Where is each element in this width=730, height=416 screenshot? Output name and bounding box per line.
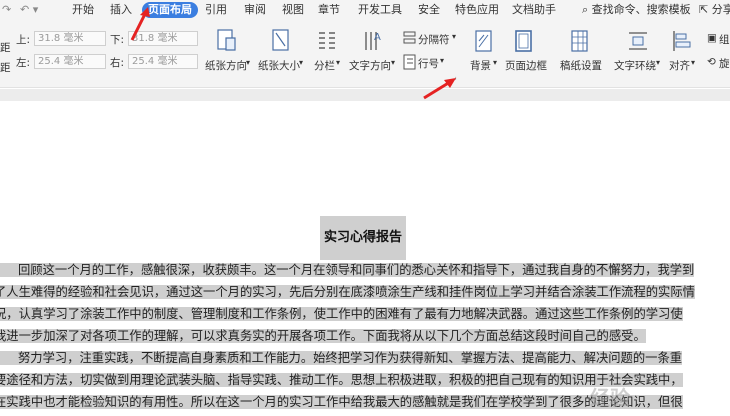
share-button[interactable]: ⇱ 分享 xyxy=(699,2,730,18)
margin-side-label: 距 xyxy=(0,42,11,54)
margin-top-field[interactable]: 31.8 毫米 xyxy=(34,31,106,46)
align-icon xyxy=(673,31,691,51)
group-icon: ▣ xyxy=(707,32,717,44)
command-search[interactable]: ⌕ 查找命令、搜索模板 xyxy=(582,2,691,18)
tab-developer[interactable]: 开发工具 xyxy=(358,2,402,18)
annotation-arrow-icon xyxy=(423,78,456,100)
chevron-down-icon: ▾ xyxy=(691,58,696,67)
share-icon: ⇱ xyxy=(699,3,709,16)
ribbon-toolbar: 距 距 上: 31.8 毫米 左: 25.4 毫米 下: 31.8 毫米 右: … xyxy=(0,20,730,88)
margin-left-label: 左: xyxy=(16,57,31,69)
text-line[interactable]: 努力学习，注重实践，不断提高自身素质和工作能力。始终把学习作为获得新知、掌握方法… xyxy=(0,347,683,369)
margin-bottom-label: 下: xyxy=(110,34,125,46)
text-direction-icon: A xyxy=(365,32,381,50)
text-line[interactable]: 了人生难得的经验和社会见识，通过这一个月的实习，先后分别在底漆喷涂生产线和挂件岗… xyxy=(0,281,695,303)
watermark-logo: 经验 xyxy=(590,386,630,410)
text-line[interactable]: 在实践中也才能检验知识的有用性。所以在这一个月的实习工作中给我最大的感触就是我们… xyxy=(0,391,683,413)
redo-icon[interactable]: ↷ xyxy=(2,3,11,16)
columns-icon xyxy=(319,32,335,49)
chevron-down-icon: ▾ xyxy=(299,58,304,67)
tab-references[interactable]: 引用 xyxy=(205,2,227,18)
background-icon xyxy=(475,30,492,52)
text-line[interactable]: 回顾这一个月的工作，感触很深，收获颇丰。这一个月在领导和同事们的悉心关怀和指导下… xyxy=(0,259,695,281)
rotate-icon: ⟲ xyxy=(707,56,716,68)
tab-chapter[interactable]: 章节 xyxy=(318,2,340,18)
margin-left-field[interactable]: 25.4 毫米 xyxy=(34,54,106,69)
text-line[interactable]: 我进一步加深了对各项工作的理解，可以求真务实的开展各项工作。下面我将从以下几个方… xyxy=(0,325,646,347)
chevron-down-icon: ▾ xyxy=(440,56,445,65)
tab-doc-assistant[interactable]: 文档助手 xyxy=(512,2,556,18)
separator-icon xyxy=(403,31,416,44)
menu-bar: ↷ ↶ ▾ 开始 插入 页面布局 引用 审阅 视图 章节 开发工具 安全 特色应… xyxy=(0,0,730,20)
paper-size-icon xyxy=(272,29,289,51)
chevron-down-icon: ▾ xyxy=(656,58,661,67)
tab-features[interactable]: 特色应用 xyxy=(455,2,499,18)
tab-security[interactable]: 安全 xyxy=(418,2,440,18)
tab-review[interactable]: 审阅 xyxy=(244,2,266,18)
margin-top-label: 上: xyxy=(16,34,31,46)
grid-paper-icon xyxy=(571,30,588,52)
line-number-icon xyxy=(403,54,416,70)
search-text: 查找命令、搜索模板 xyxy=(591,3,691,16)
tab-view[interactable]: 视图 xyxy=(282,2,304,18)
page-border-icon xyxy=(515,30,532,52)
margin-right-field[interactable]: 25.4 毫米 xyxy=(128,54,198,69)
chevron-down-icon: ▾ xyxy=(493,58,498,67)
svg-text:A: A xyxy=(374,32,381,43)
chevron-down-icon: ▾ xyxy=(452,32,457,41)
document-title[interactable]: 实习心得报告 xyxy=(320,216,406,260)
margin-right-label: 右: xyxy=(110,57,125,69)
undo-icon[interactable]: ↶ ▾ xyxy=(20,3,38,16)
chevron-down-icon: ▾ xyxy=(391,58,396,67)
orientation-icon xyxy=(217,29,236,51)
annotation-arrow-icon xyxy=(130,7,150,41)
document-background xyxy=(0,89,730,101)
chevron-down-icon: ▾ xyxy=(336,58,341,67)
text-line[interactable]: 况，认真学习了涂装工作中的制度、管理制度和工作条例，使工作中的困难有了最有力地解… xyxy=(0,303,683,325)
share-label: 分享 xyxy=(711,3,730,16)
margin-side-label: 距 xyxy=(0,62,11,74)
search-icon: ⌕ xyxy=(582,3,589,16)
chevron-down-icon: ▾ xyxy=(246,58,251,67)
text-wrap-icon xyxy=(629,32,647,50)
text-line[interactable]: 要途径和方法，切实做到用理论武装头脑、指导实践、推动工作。思想上积极进取，积极的… xyxy=(0,369,683,391)
tab-home[interactable]: 开始 xyxy=(72,2,94,18)
